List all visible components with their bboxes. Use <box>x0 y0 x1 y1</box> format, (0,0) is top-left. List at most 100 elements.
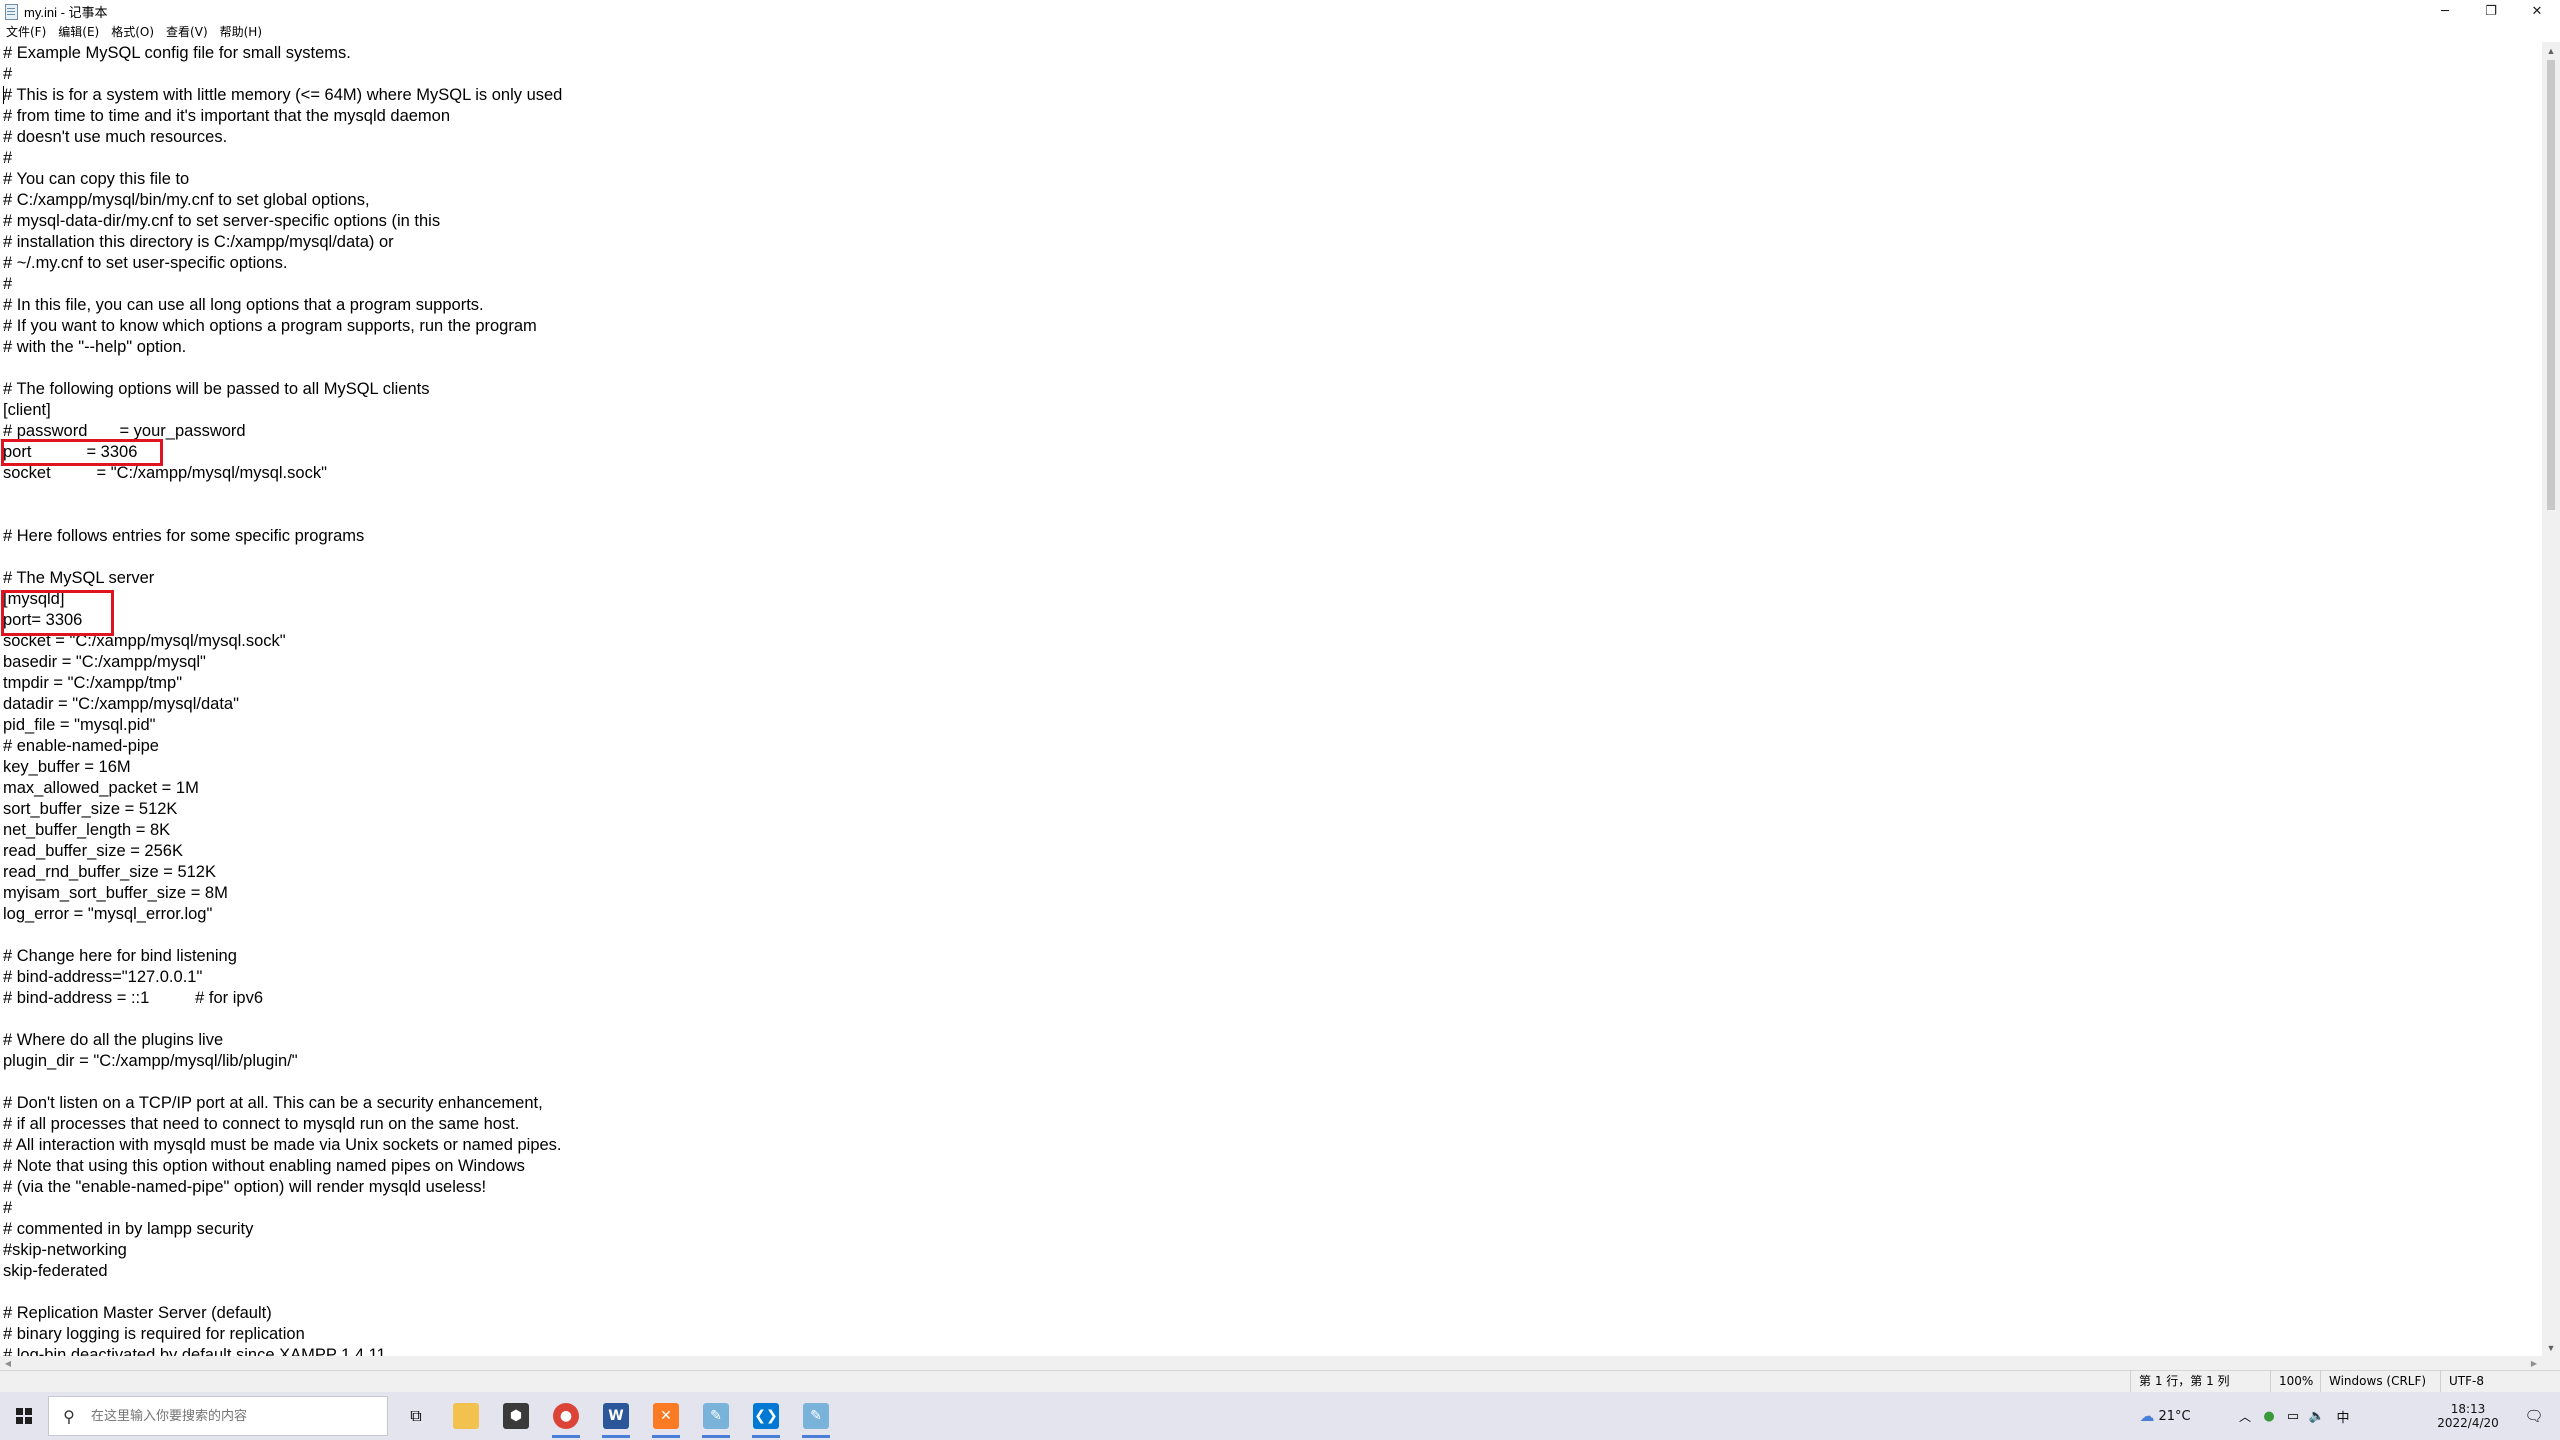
editor-line[interactable]: # Don't listen on a TCP/IP port at all. … <box>3 1093 562 1114</box>
editor-line[interactable]: # bind-address = ::1 # for ipv6 <box>3 988 562 1009</box>
editor-line[interactable]: # C:/xampp/mysql/bin/my.cnf to set globa… <box>3 190 562 211</box>
editor-line[interactable]: # Example MySQL config file for small sy… <box>3 43 562 64</box>
editor-line[interactable]: [client] <box>3 400 562 421</box>
editor-line[interactable]: # Where do all the plugins live <box>3 1030 562 1051</box>
editor-line[interactable]: # from time to time and it's important t… <box>3 106 562 127</box>
editor-line[interactable]: read_rnd_buffer_size = 512K <box>3 862 562 883</box>
editor-line[interactable]: # If you want to know which options a pr… <box>3 316 562 337</box>
editor-line[interactable] <box>3 1072 562 1093</box>
editor-line[interactable]: #skip-networking <box>3 1240 562 1261</box>
editor-line[interactable]: # Note that using this option without en… <box>3 1156 562 1177</box>
editor-line[interactable] <box>3 358 562 379</box>
editor-line[interactable] <box>3 1282 562 1303</box>
ime-mode: 中 <box>2336 1410 2350 1426</box>
editor-line[interactable]: skip-federated <box>3 1261 562 1282</box>
editor-line[interactable]: # Change here for bind listening <box>3 946 562 967</box>
editor-line[interactable]: log_error = "mysql_error.log" <box>3 904 562 925</box>
taskbar-notepad-1[interactable]: ✎ <box>692 1392 740 1440</box>
task-view-button[interactable]: ⧉ <box>398 1392 434 1440</box>
start-button[interactable] <box>0 1392 48 1440</box>
editor-line[interactable] <box>3 547 562 568</box>
editor-line[interactable]: # <box>3 274 562 295</box>
editor-line[interactable]: key_buffer = 16M <box>3 757 562 778</box>
tray-app-icon[interactable]: ● <box>2258 1392 2280 1440</box>
editor-line[interactable]: # <box>3 64 562 85</box>
editor-line[interactable]: # log-bin deactivated by default since X… <box>3 1345 562 1356</box>
taskbar-chrome[interactable]: ● <box>542 1392 590 1440</box>
editor-line[interactable]: # The MySQL server <box>3 568 562 589</box>
editor-line[interactable]: # <box>3 1198 562 1219</box>
editor-line[interactable]: # enable-named-pipe <box>3 736 562 757</box>
editor-line[interactable]: # You can copy this file to <box>3 169 562 190</box>
editor-line[interactable]: plugin_dir = "C:/xampp/mysql/lib/plugin/… <box>3 1051 562 1072</box>
editor-line[interactable] <box>3 925 562 946</box>
close-button[interactable]: ✕ <box>2514 0 2560 22</box>
menu-edit[interactable]: 编辑(E) <box>52 22 105 42</box>
editor-line[interactable]: # ~/.my.cnf to set user-specific options… <box>3 253 562 274</box>
editor-line[interactable]: tmpdir = "C:/xampp/tmp" <box>3 673 562 694</box>
search-input[interactable] <box>89 1407 383 1425</box>
editor-content[interactable]: # Example MySQL config file for small sy… <box>3 43 562 1356</box>
taskbar-app-3d[interactable]: ⬢ <box>492 1392 540 1440</box>
editor-line[interactable]: basedir = "C:/xampp/mysql" <box>3 652 562 673</box>
editor-line[interactable]: # mysql-data-dir/my.cnf to set server-sp… <box>3 211 562 232</box>
editor-line[interactable]: # (via the "enable-named-pipe" option) w… <box>3 1177 562 1198</box>
horizontal-scrollbar[interactable]: ◀ ▶ <box>0 1356 2542 1370</box>
taskbar-notepad-2[interactable]: ✎ <box>792 1392 840 1440</box>
editor-line[interactable]: # Replication Master Server (default) <box>3 1303 562 1324</box>
editor-line[interactable]: # Here follows entries for some specific… <box>3 526 562 547</box>
editor-line[interactable]: # binary logging is required for replica… <box>3 1324 562 1345</box>
editor-line[interactable]: sort_buffer_size = 512K <box>3 799 562 820</box>
network-icon[interactable]: ▭ <box>2282 1392 2304 1440</box>
editor-line[interactable]: myisam_sort_buffer_size = 8M <box>3 883 562 904</box>
scroll-left-icon[interactable]: ◀ <box>0 1356 16 1370</box>
volume-icon[interactable]: 🔈 <box>2306 1392 2328 1440</box>
editor-line[interactable]: # bind-address="127.0.0.1" <box>3 967 562 988</box>
editor-line[interactable] <box>3 1009 562 1030</box>
show-hidden-icons-button[interactable]: ︿ <box>2235 1392 2255 1440</box>
cloud-icon: ☁ <box>2139 1407 2155 1425</box>
scroll-down-icon[interactable]: ▼ <box>2542 1339 2560 1356</box>
weather-widget[interactable]: ☁ 21°C <box>2130 1392 2200 1440</box>
editor-line[interactable] <box>3 505 562 526</box>
editor-line[interactable]: max_allowed_packet = 1M <box>3 778 562 799</box>
editor-line[interactable]: socket = "C:/xampp/mysql/mysql.sock" <box>3 463 562 484</box>
editor-line[interactable]: # <box>3 148 562 169</box>
scroll-right-icon[interactable]: ▶ <box>2526 1356 2542 1370</box>
taskbar-file-explorer[interactable] <box>442 1392 490 1440</box>
clock[interactable]: 18:13 2022/4/20 <box>2428 1392 2508 1440</box>
taskbar-vscode[interactable]: ❮❯ <box>742 1392 790 1440</box>
editor-line[interactable]: # In this file, you can use all long opt… <box>3 295 562 316</box>
editor-line[interactable]: # doesn't use much resources. <box>3 127 562 148</box>
editor-line[interactable]: read_buffer_size = 256K <box>3 841 562 862</box>
editor-line[interactable]: # with the "--help" option. <box>3 337 562 358</box>
notification-center-button[interactable]: 🗨 <box>2514 1392 2554 1440</box>
menu-help[interactable]: 帮助(H) <box>214 22 268 42</box>
weather-temp: 21°C <box>2158 1408 2191 1424</box>
vertical-scroll-thumb[interactable] <box>2547 60 2555 510</box>
editor-line[interactable]: # commented in by lampp security <box>3 1219 562 1240</box>
taskbar-word[interactable]: W <box>592 1392 640 1440</box>
editor-line[interactable]: # This is for a system with little memor… <box>3 85 562 106</box>
editor-line[interactable]: # All interaction with mysqld must be ma… <box>3 1135 562 1156</box>
vertical-scrollbar[interactable]: ▲ ▼ <box>2542 42 2560 1356</box>
editor-line[interactable]: # The following options will be passed t… <box>3 379 562 400</box>
minimize-button[interactable]: ─ <box>2422 0 2468 22</box>
editor-line[interactable]: net_buffer_length = 8K <box>3 820 562 841</box>
ime-indicator[interactable]: 中 <box>2332 1392 2354 1440</box>
menu-file[interactable]: 文件(F) <box>0 22 52 42</box>
restore-button[interactable]: ❐ <box>2468 0 2514 22</box>
editor-line[interactable]: # installation this directory is C:/xamp… <box>3 232 562 253</box>
editor-line[interactable] <box>3 484 562 505</box>
menu-view[interactable]: 查看(V) <box>160 22 214 42</box>
chevron-up-icon: ︿ <box>2238 1409 2251 1424</box>
taskbar-xampp[interactable]: ✕ <box>642 1392 690 1440</box>
taskbar-search[interactable]: ⚲ <box>48 1396 388 1436</box>
scroll-up-icon[interactable]: ▲ <box>2542 42 2560 59</box>
editor-line[interactable]: pid_file = "mysql.pid" <box>3 715 562 736</box>
search-icon: ⚲ <box>63 1406 75 1426</box>
editor-line[interactable]: # if all processes that need to connect … <box>3 1114 562 1135</box>
editor-line[interactable]: datadir = "C:/xampp/mysql/data" <box>3 694 562 715</box>
text-editor[interactable]: # Example MySQL config file for small sy… <box>0 42 2542 1356</box>
menu-format[interactable]: 格式(O) <box>105 22 160 42</box>
